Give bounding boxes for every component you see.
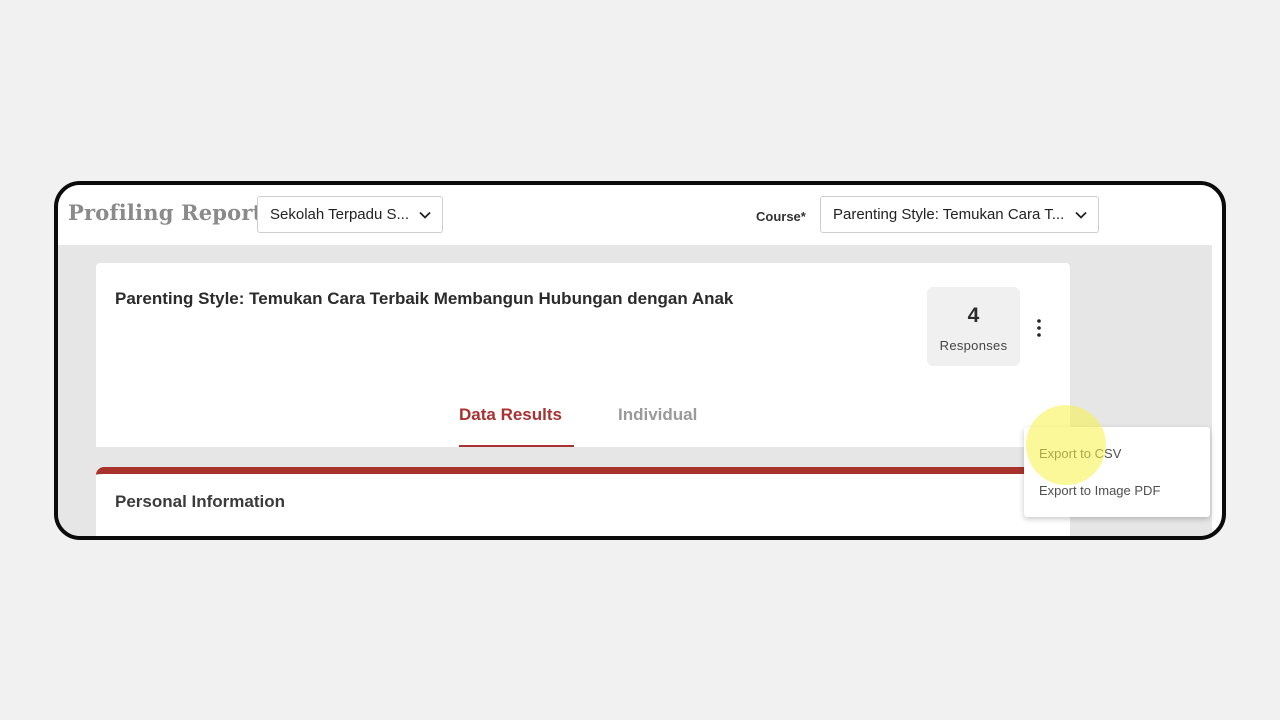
kebab-menu-icon[interactable] [1032,318,1046,338]
chevron-down-icon [1075,211,1087,219]
tab-individual[interactable]: Individual [618,405,697,425]
chevron-down-icon [419,211,431,219]
responses-label: Responses [939,338,1008,353]
active-tab-indicator [459,445,574,447]
school-select[interactable]: Sekolah Terpadu S... [257,196,443,233]
school-select-value: Sekolah Terpadu S... [270,206,409,223]
page-header: Profiling Report Sekolah Terpadu S... Co… [58,185,1212,245]
export-pdf-menu-item[interactable]: Export to Image PDF [1039,483,1160,498]
section-title: Personal Information [115,492,286,511]
course-label: Course* [756,209,806,224]
export-csv-menu-item[interactable]: Export to CSV [1039,446,1121,461]
app-window: Profiling Report Sekolah Terpadu S... Co… [54,181,1226,540]
report-tabs: Data Results Individual [96,395,1070,447]
page-title: Profiling Report [68,200,263,225]
tab-data-results[interactable]: Data Results [459,405,562,425]
app-viewport: Profiling Report Sekolah Terpadu S... Co… [58,185,1212,536]
personal-information-section: Personal Information [96,467,1070,536]
report-content: Parenting Style: Temukan Cara Terbaik Me… [58,245,1212,536]
course-title: Parenting Style: Temukan Cara Terbaik Me… [115,289,734,308]
export-menu: Export to CSV Export to Image PDF [1024,427,1210,517]
responses-counter: 4 Responses [927,287,1020,366]
course-summary-card: Parenting Style: Temukan Cara Terbaik Me… [96,263,1070,447]
course-select-value: Parenting Style: Temukan Cara T... [833,206,1065,223]
course-select[interactable]: Parenting Style: Temukan Cara T... [820,196,1099,233]
responses-count: 4 [967,304,980,327]
